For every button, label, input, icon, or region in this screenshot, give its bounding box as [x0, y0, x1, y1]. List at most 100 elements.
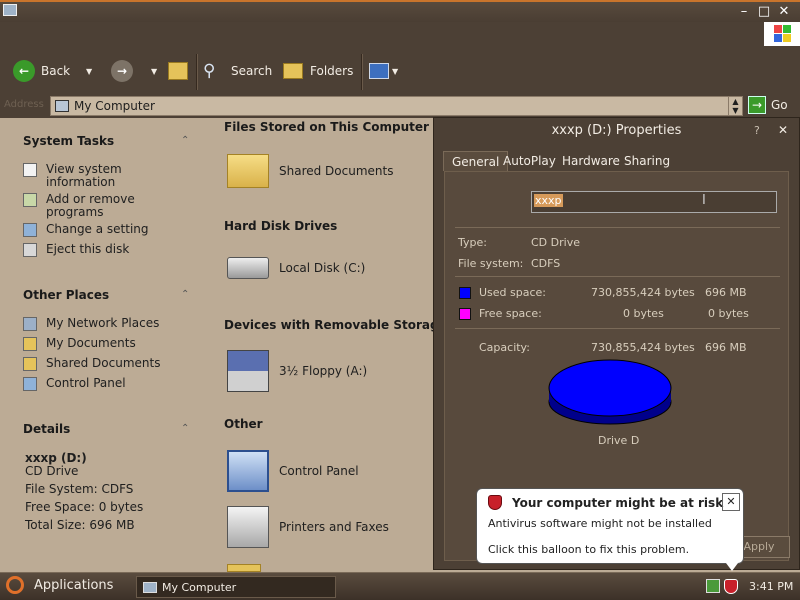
drive-label-input[interactable]: xxxp I	[531, 191, 777, 213]
computer-icon[interactable]	[3, 4, 17, 16]
free-space-bytes: 0 bytes	[623, 307, 664, 320]
back-dropdown[interactable]: ▼	[86, 56, 92, 86]
dialog-help-button[interactable]: ?	[754, 124, 760, 137]
control-panel-small-icon	[23, 377, 37, 391]
security-balloon[interactable]: Your computer might be at risk ✕ Antivir…	[476, 488, 744, 564]
collapse-system-tasks-icon[interactable]: ⌃	[181, 135, 189, 146]
details-name: xxxp (D:)	[25, 451, 87, 465]
balloon-close-button[interactable]: ✕	[722, 493, 740, 511]
free-space-swatch	[459, 308, 471, 320]
folders-button[interactable]: Folders	[283, 56, 353, 86]
my-computer-task-icon	[143, 581, 157, 593]
security-shield-icon	[488, 495, 502, 510]
taskbar-task-my-computer[interactable]: My Computer	[136, 576, 336, 598]
minimize-button[interactable]: –	[736, 4, 752, 20]
windows-logo-icon	[764, 22, 800, 46]
shared-documents-link[interactable]: Shared Documents	[23, 357, 160, 371]
my-documents-icon	[23, 337, 37, 351]
drive-label-value: xxxp	[534, 194, 563, 207]
go-button[interactable]: → Go	[748, 96, 788, 114]
address-bar: Address My Computer ▲ ▼ → Go	[0, 94, 800, 118]
security-tray-icon[interactable]	[724, 579, 738, 594]
details-title[interactable]: Details	[23, 422, 70, 436]
address-dropdown-button[interactable]: ▲ ▼	[728, 96, 743, 116]
views-button[interactable]: ▼	[369, 56, 398, 86]
type-label: Type:	[458, 236, 487, 249]
change-setting-task[interactable]: Change a setting	[23, 223, 149, 237]
folder-icon-partial	[227, 564, 261, 572]
filesystem-value: CDFS	[531, 257, 561, 270]
my-network-places-link[interactable]: My Network Places	[23, 317, 159, 331]
toolbar: ← Back ▼ → ▼ ⚲ Search Folders ▼	[0, 50, 800, 94]
group-removable-storage: Devices with Removable Storage	[224, 318, 447, 332]
applications-button[interactable]: Applications	[6, 576, 113, 594]
control-panel-item[interactable]: Control Panel	[227, 450, 359, 492]
balloon-pointer	[726, 563, 738, 571]
collapse-details-icon[interactable]: ⌃	[181, 423, 189, 434]
address-input[interactable]: My Computer	[50, 96, 743, 116]
details-type: CD Drive	[25, 464, 79, 478]
collapse-other-places-icon[interactable]: ⌃	[181, 289, 189, 300]
type-value: CD Drive	[531, 236, 580, 249]
balloon-title: Your computer might be at risk	[512, 496, 724, 510]
taskbar: Applications My Computer 3:41 PM	[0, 572, 800, 600]
shared-documents-icon	[23, 357, 37, 371]
search-button[interactable]: ⚲ Search	[203, 56, 272, 86]
other-places-title[interactable]: Other Places	[23, 288, 109, 302]
address-value: My Computer	[74, 99, 155, 113]
details-free-space: Free Space: 0 bytes	[25, 500, 144, 514]
ubuntu-logo-icon	[6, 576, 24, 594]
views-icon	[369, 63, 389, 79]
drive-caption: Drive D	[598, 434, 640, 447]
disk-usage-pie	[548, 359, 672, 425]
text-cursor-icon: I	[702, 193, 706, 208]
used-space-swatch	[459, 287, 471, 299]
forward-arrow-icon: →	[111, 60, 133, 82]
add-remove-programs-icon	[23, 193, 37, 207]
local-disk-c-item[interactable]: Local Disk (C:)	[227, 257, 365, 279]
printer-icon	[227, 506, 269, 548]
up-folder-button[interactable]	[168, 56, 188, 86]
left-task-pane: System Tasks ⌃ View system information Ad…	[0, 118, 212, 572]
balloon-line-1: Antivirus software might not be installe…	[488, 517, 712, 530]
tab-sharing[interactable]: Sharing	[616, 151, 678, 171]
go-label: Go	[771, 98, 788, 112]
floppy-a-item[interactable]: 3½ Floppy (A:)	[227, 350, 367, 392]
details-total-size: Total Size: 696 MB	[25, 518, 135, 532]
shared-documents-item[interactable]: Shared Documents	[227, 154, 393, 188]
system-info-icon	[23, 163, 37, 177]
eject-disk-task[interactable]: Eject this disk	[23, 243, 129, 257]
back-label: Back	[41, 64, 71, 78]
group-files-stored: Files Stored on This Computer	[224, 120, 429, 134]
forward-button[interactable]: →	[111, 56, 139, 86]
group-other: Other	[224, 417, 263, 431]
control-panel-icon	[227, 450, 269, 492]
clock[interactable]: 3:41 PM	[749, 580, 793, 593]
free-space-size: 0 bytes	[708, 307, 749, 320]
back-button[interactable]: ← Back	[13, 56, 70, 86]
network-tray-icon[interactable]	[706, 579, 720, 593]
add-remove-programs-task[interactable]: Add or remove programs	[23, 193, 135, 219]
printers-faxes-item[interactable]: Printers and Faxes	[227, 506, 389, 548]
close-button[interactable]: ✕	[776, 4, 792, 20]
control-panel-link[interactable]: Control Panel	[23, 377, 126, 391]
balloon-line-2: Click this balloon to fix this problem.	[488, 543, 690, 556]
free-space-label: Free space:	[479, 307, 542, 320]
system-tasks-title[interactable]: System Tasks	[23, 134, 114, 148]
view-system-info-task[interactable]: View system information	[23, 163, 122, 189]
maximize-button[interactable]: □	[756, 4, 772, 20]
folders-label: Folders	[310, 64, 354, 78]
forward-dropdown[interactable]: ▼	[151, 56, 157, 86]
used-space-label: Used space:	[479, 286, 547, 299]
filesystem-label: File system:	[458, 257, 524, 270]
dialog-close-button[interactable]: ✕	[778, 123, 788, 137]
my-documents-link[interactable]: My Documents	[23, 337, 136, 351]
dialog-title: xxxp (D:) Properties	[551, 123, 682, 138]
eject-icon	[23, 243, 37, 257]
back-arrow-icon: ←	[13, 60, 35, 82]
menu-bar	[0, 22, 800, 50]
used-space-size: 696 MB	[705, 286, 747, 299]
title-bar: – □ ✕	[0, 0, 800, 22]
capacity-label: Capacity:	[479, 341, 530, 354]
floppy-drive-icon	[227, 350, 269, 392]
